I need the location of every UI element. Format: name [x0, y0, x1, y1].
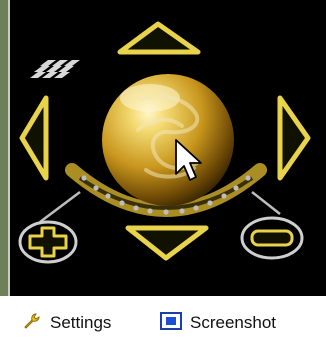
right-arrow-button[interactable] [277, 95, 311, 181]
trackball-button[interactable] [102, 74, 234, 206]
zoom-out-button[interactable] [240, 216, 304, 260]
settings-button[interactable]: Settings [22, 312, 111, 334]
directional-pad [10, 0, 326, 296]
left-arrow-button[interactable] [19, 95, 49, 181]
directional-pad-graphic [18, 21, 311, 264]
zoom-in-button[interactable] [18, 220, 78, 264]
screenshot-icon [160, 311, 182, 335]
remote-control-window: Settings Screenshot [0, 0, 326, 345]
grid-icon[interactable] [30, 60, 80, 78]
down-arrow-button[interactable] [125, 225, 209, 261]
screenshot-button[interactable]: Screenshot [160, 311, 276, 335]
settings-label: Settings [50, 313, 112, 332]
up-arrow-button[interactable] [117, 21, 201, 55]
screenshot-label: Screenshot [190, 313, 276, 332]
wrench-icon [22, 311, 42, 336]
window-edge [0, 0, 8, 300]
bottom-toolbar: Settings Screenshot [0, 296, 326, 345]
minus-icon [250, 229, 294, 247]
